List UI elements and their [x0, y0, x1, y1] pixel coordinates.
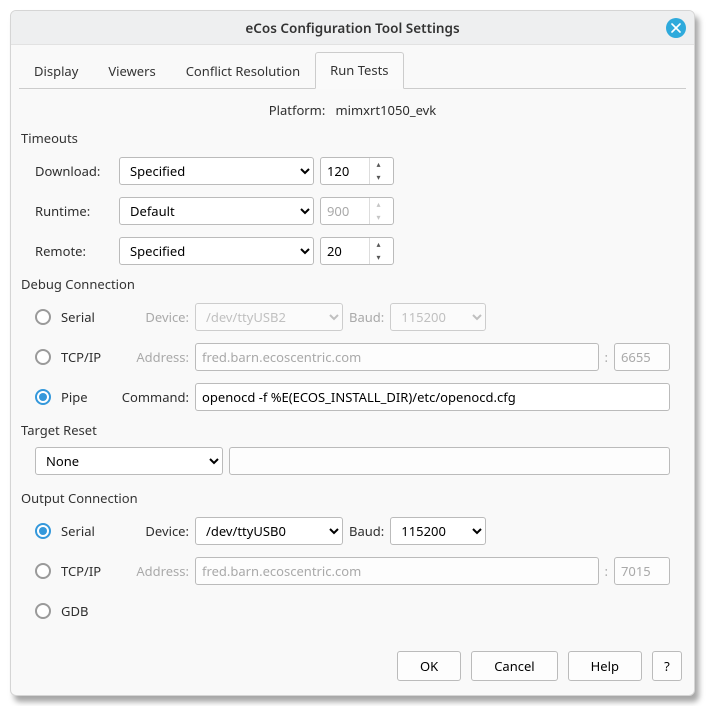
debug-command-input[interactable] [195, 383, 670, 411]
colon: : [605, 562, 608, 580]
spin-up-icon: ▴ [370, 198, 387, 211]
tab-run-tests[interactable]: Run Tests [315, 52, 403, 89]
output-baud-label: Baud: [349, 522, 384, 540]
target-reset-select[interactable]: None [35, 447, 223, 475]
runtime-value-input [321, 198, 369, 224]
output-tcp-label: TCP/IP [61, 562, 123, 580]
settings-dialog: eCos Configuration Tool Settings Display… [10, 10, 695, 696]
titlebar: eCos Configuration Tool Settings [11, 11, 694, 45]
spin-down-icon[interactable]: ▾ [370, 251, 387, 264]
spin-up-icon[interactable]: ▴ [370, 158, 387, 171]
output-port-input [614, 557, 670, 585]
output-gdb-radio[interactable] [35, 603, 51, 619]
output-device-label: Device: [129, 522, 189, 540]
colon: : [605, 348, 608, 366]
runtime-label: Runtime: [35, 202, 113, 220]
debug-pipe-label: Pipe [61, 388, 107, 406]
debug-pipe-radio[interactable] [35, 389, 51, 405]
tab-display[interactable]: Display [19, 53, 93, 89]
output-baud-select[interactable]: 115200 [390, 517, 486, 545]
cancel-button[interactable]: Cancel [471, 651, 557, 681]
debug-address-label: Address: [129, 348, 189, 366]
remote-label: Remote: [35, 242, 113, 260]
platform-label: Platform: [269, 101, 326, 119]
debug-baud-label: Baud: [349, 308, 384, 326]
debug-device-select: /dev/ttyUSB2 [195, 303, 343, 331]
remote-value-spin[interactable]: ▴▾ [320, 237, 394, 265]
debug-serial-label: Serial [61, 308, 123, 326]
debug-command-label: Command: [113, 388, 189, 406]
output-gdb-label: GDB [61, 602, 88, 620]
whats-this-button[interactable]: ? [652, 651, 682, 681]
output-device-select[interactable]: /dev/ttyUSB0 [195, 517, 343, 545]
spin-down-icon[interactable]: ▾ [370, 171, 387, 184]
download-label: Download: [35, 162, 113, 180]
debug-address-input [195, 343, 599, 371]
target-reset-extra-input [229, 447, 670, 475]
close-icon[interactable] [666, 18, 686, 38]
download-value-spin[interactable]: ▴▾ [320, 157, 394, 185]
debug-tcp-label: TCP/IP [61, 348, 123, 366]
debug-heading: Debug Connection [21, 275, 686, 293]
debug-device-label: Device: [129, 308, 189, 326]
output-serial-label: Serial [61, 522, 123, 540]
tab-conflict-resolution[interactable]: Conflict Resolution [171, 53, 315, 89]
help-button[interactable]: Help [568, 651, 642, 681]
spin-down-icon: ▾ [370, 211, 387, 224]
debug-baud-select: 115200 [390, 303, 486, 331]
output-address-input [195, 557, 599, 585]
remote-value-input[interactable] [321, 238, 369, 264]
output-address-label: Address: [129, 562, 189, 580]
download-value-input[interactable] [321, 158, 369, 184]
debug-port-input [614, 343, 670, 371]
tab-viewers[interactable]: Viewers [93, 53, 170, 89]
debug-serial-radio[interactable] [35, 309, 51, 325]
output-serial-radio[interactable] [35, 523, 51, 539]
timeouts-heading: Timeouts [21, 129, 686, 147]
debug-tcp-radio[interactable] [35, 349, 51, 365]
tab-bar: Display Viewers Conflict Resolution Run … [19, 51, 686, 89]
remote-mode-select[interactable]: Specified [119, 237, 314, 265]
platform-value: mimxrt1050_evk [335, 101, 436, 119]
spin-up-icon[interactable]: ▴ [370, 238, 387, 251]
dialog-buttons: OK Cancel Help ? [11, 641, 694, 695]
output-tcp-radio[interactable] [35, 563, 51, 579]
window-title: eCos Configuration Tool Settings [245, 19, 459, 37]
output-heading: Output Connection [21, 489, 686, 507]
runtime-value-spin: ▴▾ [320, 197, 394, 225]
platform-row: Platform: mimxrt1050_evk [19, 93, 686, 125]
runtime-mode-select[interactable]: Default [119, 197, 314, 225]
ok-button[interactable]: OK [397, 651, 461, 681]
target-reset-heading: Target Reset [21, 421, 686, 439]
download-mode-select[interactable]: Specified [119, 157, 314, 185]
